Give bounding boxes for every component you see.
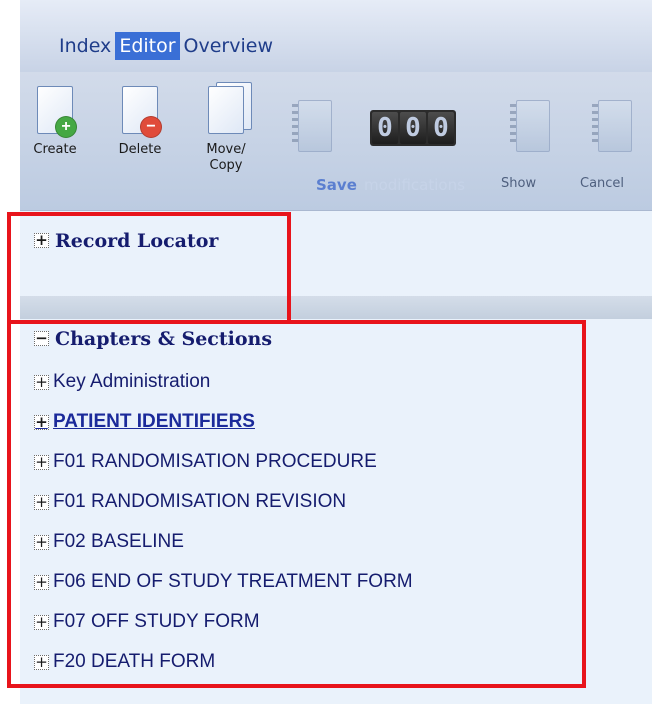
chapters-sections-node[interactable]: − Chapters & Sections xyxy=(34,328,272,350)
documents-copy-icon xyxy=(206,82,252,136)
create-label: Create xyxy=(33,142,77,157)
tab-index[interactable]: Index xyxy=(55,32,115,60)
tree-item-label: F06 END OF STUDY TREATMENT FORM xyxy=(53,571,413,592)
toolbar: + Create − Delete Move/ Copy 0 0 0 Save … xyxy=(20,72,652,211)
create-button[interactable]: + Create xyxy=(30,86,80,158)
tree-item-f06-end-of-study-treatment-form[interactable]: + F06 END OF STUDY TREATMENT FORM xyxy=(34,568,413,596)
tab-overview[interactable]: Overview xyxy=(180,32,277,60)
panel-separator xyxy=(20,296,652,319)
delete-button[interactable]: − Delete xyxy=(115,86,165,158)
counter-digit: 0 xyxy=(372,112,398,144)
tree-item-label: Key Administration xyxy=(53,371,211,392)
move-copy-button[interactable]: Move/ Copy xyxy=(198,82,254,174)
editor-window: Index Editor Overview + Create − Delete … xyxy=(0,0,652,706)
modification-counter: 0 0 0 xyxy=(370,110,456,146)
record-locator-node[interactable]: + Record Locator xyxy=(34,230,218,252)
tree-item-label: F01 RANDOMISATION REVISION xyxy=(53,491,347,512)
show-button[interactable]: Show xyxy=(501,176,536,191)
expand-icon[interactable]: + xyxy=(34,574,49,590)
collapse-icon[interactable]: − xyxy=(34,330,49,346)
move-copy-label-line2: Copy xyxy=(209,158,243,173)
tab-bar: Index Editor Overview xyxy=(20,0,652,72)
expand-icon[interactable]: + xyxy=(34,534,49,550)
tree-item-label[interactable]: PATIENT IDENTIFIERS xyxy=(53,411,255,433)
tree-item-label: F02 BASELINE xyxy=(53,531,184,552)
modifications-label: modifications xyxy=(364,176,465,194)
tree-item-label: F01 RANDOMISATION PROCEDURE xyxy=(53,451,377,472)
save-button[interactable]: Save xyxy=(316,176,357,194)
tree-item-f07-off-study-form[interactable]: + F07 OFF STUDY FORM xyxy=(34,608,413,636)
expand-icon[interactable]: + xyxy=(34,232,49,248)
counter-digit: 0 xyxy=(428,112,454,144)
expand-icon[interactable]: + xyxy=(34,494,49,510)
tab-editor[interactable]: Editor xyxy=(115,32,180,60)
notebook-pencil-icon xyxy=(510,100,550,152)
chapters-sections-title: Chapters & Sections xyxy=(55,328,273,350)
record-locator-panel xyxy=(20,211,652,296)
tree-item-key-administration[interactable]: + Key Administration xyxy=(34,368,413,396)
expand-icon[interactable]: + xyxy=(34,414,49,430)
counter-digit: 0 xyxy=(400,112,426,144)
tree-item-f01-randomisation-procedure[interactable]: + F01 RANDOMISATION PROCEDURE xyxy=(34,448,413,476)
document-plus-icon: + xyxy=(35,86,77,138)
tree-item-f20-death-form[interactable]: + F20 DEATH FORM xyxy=(34,648,413,676)
expand-icon[interactable]: + xyxy=(34,654,49,670)
expand-icon[interactable]: + xyxy=(34,454,49,470)
delete-label: Delete xyxy=(118,142,162,157)
tree-item-patient-identifiers[interactable]: + PATIENT IDENTIFIERS xyxy=(34,408,413,436)
cancel-button[interactable]: Cancel xyxy=(580,176,624,191)
move-copy-label-line1: Move/ xyxy=(206,142,246,157)
record-locator-title: Record Locator xyxy=(55,230,219,252)
expand-icon[interactable]: + xyxy=(34,614,49,630)
tree-item-label: F07 OFF STUDY FORM xyxy=(53,611,260,632)
document-minus-icon: − xyxy=(120,86,162,138)
tree-item-f02-baseline[interactable]: + F02 BASELINE xyxy=(34,528,413,556)
notebook-minus-icon xyxy=(592,100,632,152)
expand-icon[interactable]: + xyxy=(34,374,49,390)
chapters-tree: + Key Administration + PATIENT IDENTIFIERS… xyxy=(34,368,413,688)
tab-list: Index Editor Overview xyxy=(55,32,277,60)
notebook-arrow-icon xyxy=(292,100,332,152)
tree-item-f01-randomisation-revision[interactable]: + F01 RANDOMISATION REVISION xyxy=(34,488,413,516)
tree-item-label: F20 DEATH FORM xyxy=(53,651,216,672)
